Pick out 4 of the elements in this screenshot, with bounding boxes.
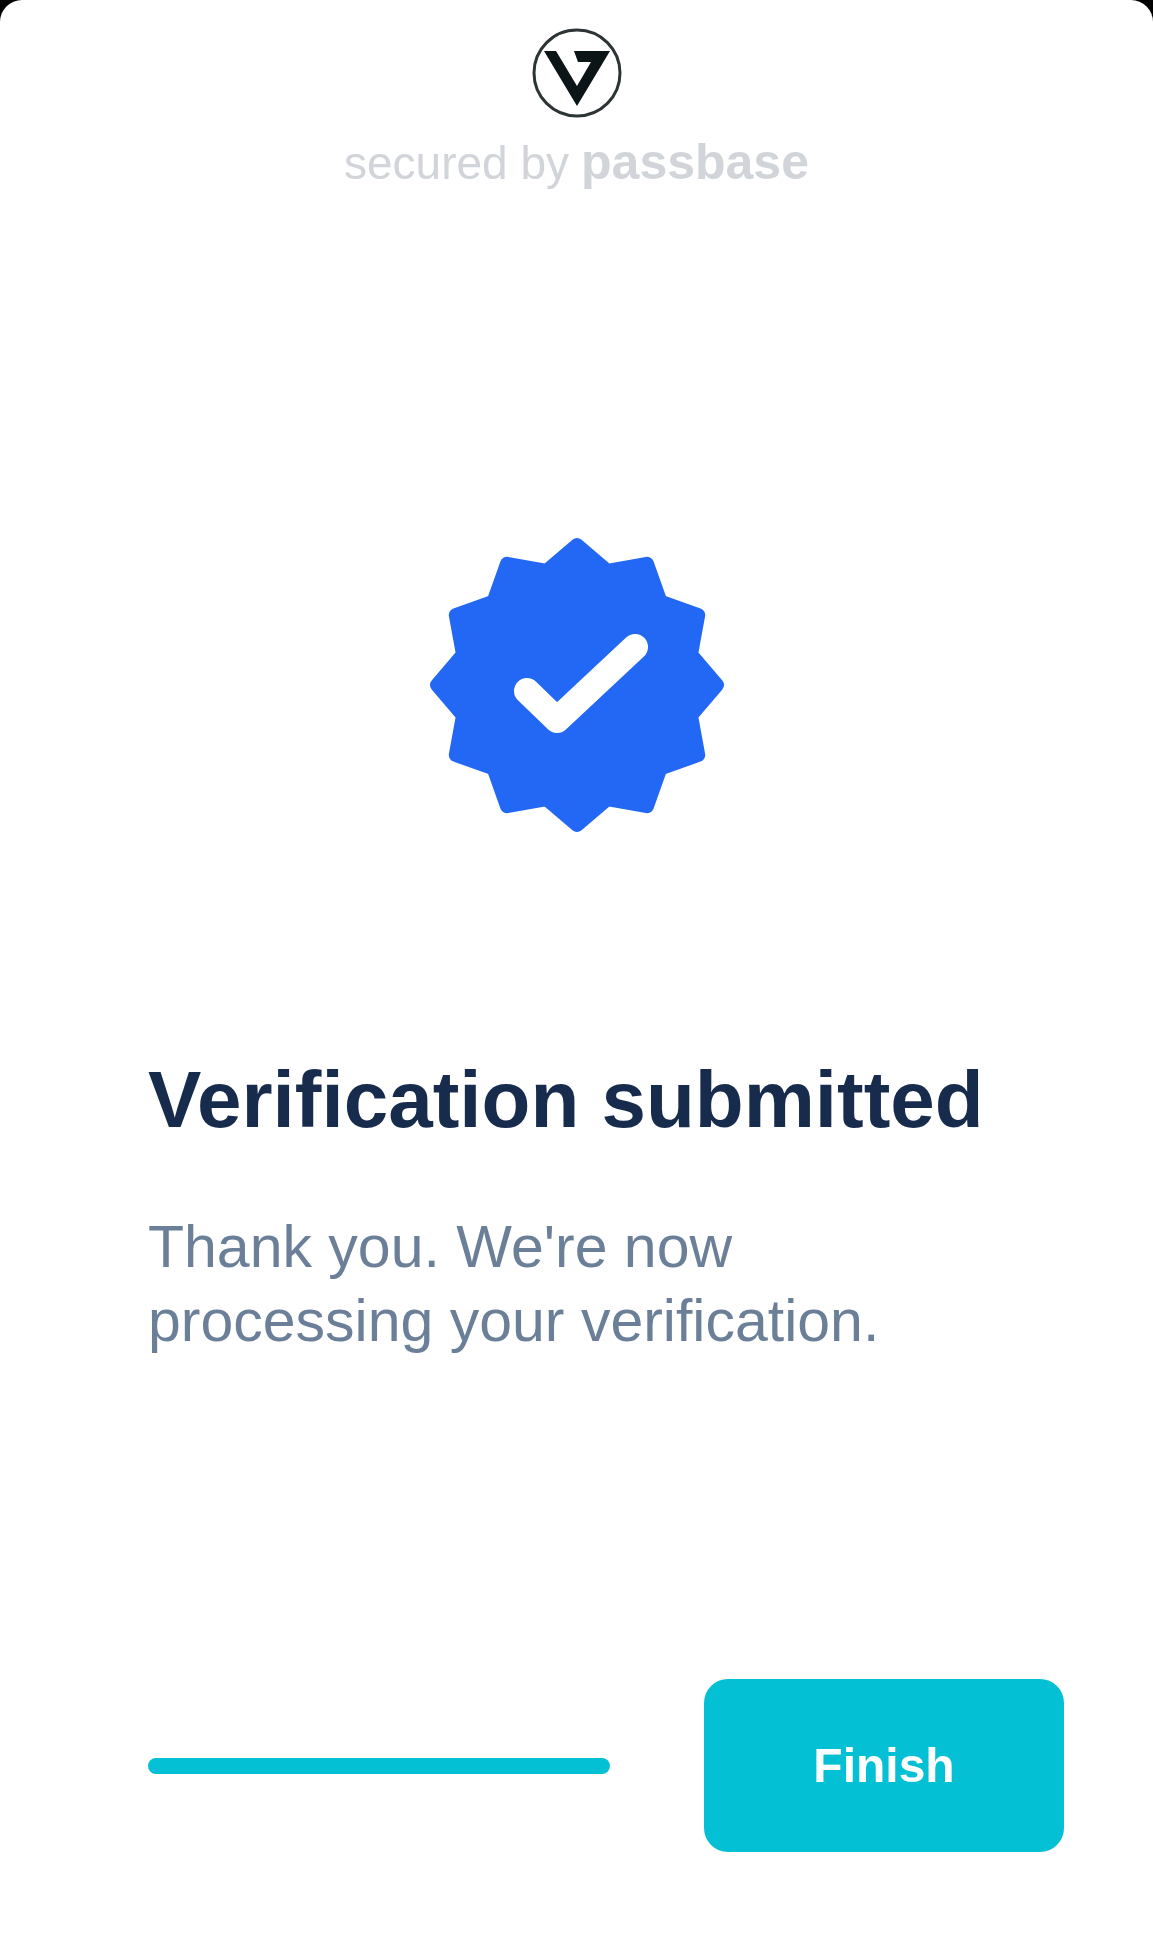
- finish-button[interactable]: Finish: [704, 1679, 1064, 1852]
- logo-icon: [530, 27, 623, 119]
- page-title: Verification submitted: [148, 1054, 985, 1146]
- message-text: Thank you. We're now processing your verification.: [148, 1213, 881, 1356]
